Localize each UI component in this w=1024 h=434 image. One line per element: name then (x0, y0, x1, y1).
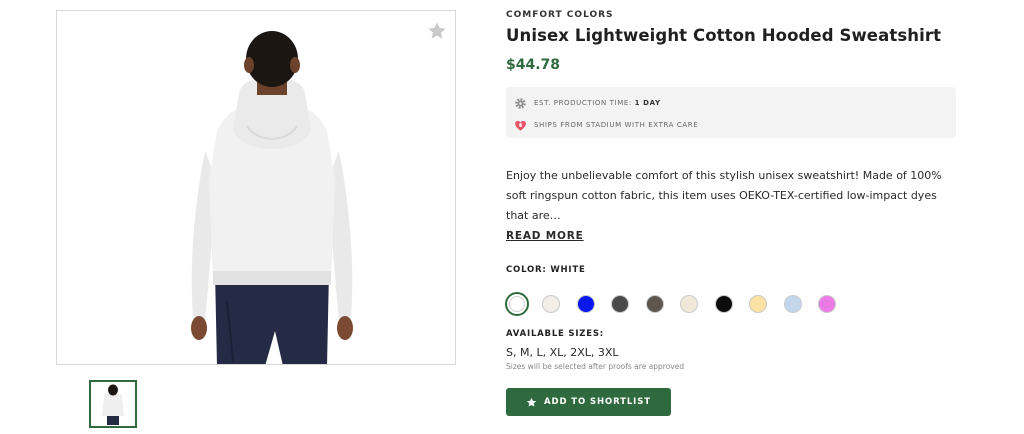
color-swatch-pink[interactable] (818, 295, 836, 313)
color-swatch-brown[interactable] (645, 295, 664, 313)
available-sizes-list: S, M, L, XL, 2XL, 3XL (506, 346, 619, 359)
production-time-text: EST. PRODUCTION TIME: 1 DAY (534, 99, 661, 107)
color-swatch-blue[interactable] (576, 295, 595, 313)
color-swatch-butter[interactable] (749, 295, 767, 313)
color-swatches (505, 291, 956, 317)
selected-color-name: WHITE (550, 265, 586, 275)
product-description: Enjoy the unbelievable comfort of this s… (506, 166, 956, 246)
description-text: Enjoy the unbelievable comfort of this s… (506, 169, 942, 222)
color-swatch-light-blue[interactable] (783, 295, 802, 313)
product-main-image[interactable] (56, 10, 456, 365)
color-swatch-cream[interactable] (680, 295, 698, 313)
thumbnail-image (91, 382, 135, 426)
production-time-row: EST. PRODUCTION TIME: 1 DAY (514, 94, 948, 112)
color-swatch-black[interactable] (714, 295, 733, 313)
shipping-info-box: EST. PRODUCTION TIME: 1 DAY SHIPS FROM S… (506, 87, 956, 138)
read-more-link[interactable]: READ MORE (506, 226, 584, 246)
sizes-note: Sizes will be selected after proofs are … (506, 362, 685, 371)
product-title: Unisex Lightweight Cotton Hooded Sweatsh… (506, 26, 942, 45)
available-sizes-label: AVAILABLE SIZES: (506, 329, 604, 339)
color-swatch-gray[interactable] (611, 295, 629, 313)
add-to-shortlist-button[interactable]: ADD TO SHORTLIST (506, 388, 671, 416)
ships-from-text: SHIPS FROM STADIUM WITH EXTRA CARE (534, 121, 699, 129)
star-icon (428, 22, 446, 39)
swatch-fill (509, 296, 525, 312)
color-swatch-white[interactable] (505, 292, 529, 316)
color-swatch-ivory[interactable] (542, 295, 560, 313)
production-time-value: 1 DAY (634, 99, 661, 107)
production-time-label: EST. PRODUCTION TIME: (534, 99, 632, 107)
product-price: $44.78 (506, 57, 561, 73)
product-info: COMFORT COLORS Unisex Lightweight Cotton… (505, 8, 956, 416)
product-thumbnail[interactable] (89, 380, 137, 428)
star-icon (526, 397, 537, 407)
add-to-shortlist-label: ADD TO SHORTLIST (544, 397, 651, 407)
color-label-prefix: COLOR: (506, 265, 547, 275)
model-wearing-hoodie-image (191, 31, 353, 364)
ships-from-row: SHIPS FROM STADIUM WITH EXTRA CARE (514, 116, 948, 134)
brand-name: COMFORT COLORS (506, 10, 614, 20)
heart-badge-icon (515, 120, 526, 131)
gear-icon (515, 97, 526, 109)
favorite-button[interactable] (427, 21, 447, 41)
color-label: COLOR: WHITE (506, 265, 956, 275)
